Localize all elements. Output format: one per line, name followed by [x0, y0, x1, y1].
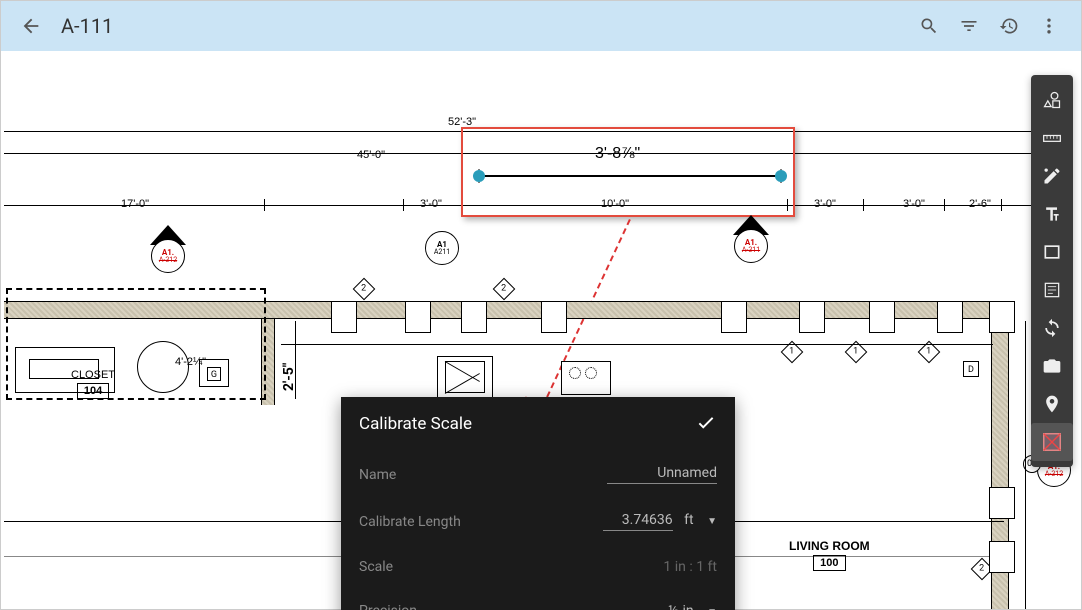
- pencil-icon: [1042, 166, 1062, 186]
- check-icon: [695, 411, 717, 433]
- room-tag-living: LIVING ROOM 100: [789, 539, 870, 571]
- panel-row-precision: Precision ⅛ in ▼: [341, 589, 735, 610]
- ruler-icon: [1042, 128, 1062, 148]
- tool-note[interactable]: [1031, 271, 1073, 309]
- room-tag-closet: CLOSET 104: [71, 369, 115, 399]
- measurement-highlight: [461, 127, 795, 217]
- dim-text: 17'-0": [121, 198, 149, 210]
- dim-text: 3'-0": [420, 198, 442, 210]
- tool-draw[interactable]: [1031, 157, 1073, 195]
- line: [281, 344, 993, 345]
- window-frame: [461, 301, 487, 333]
- window-frame: [799, 301, 825, 333]
- dim-text: 2'-6": [969, 198, 991, 210]
- tool-text[interactable]: [1031, 195, 1073, 233]
- scale-value: 1 in : 1 ft: [663, 559, 717, 575]
- window-frame: [989, 487, 1015, 519]
- markup-toolbar: [1031, 75, 1073, 467]
- arrow-left-icon: [20, 15, 42, 37]
- top-bar: A-111: [1, 1, 1081, 51]
- panel-label: Calibrate Length: [359, 514, 603, 530]
- tool-shapes[interactable]: [1031, 81, 1073, 119]
- text-icon: [1042, 204, 1062, 224]
- measure-handle-right[interactable]: [775, 170, 787, 182]
- window-frame: [937, 301, 963, 333]
- diamond-marker: 2: [353, 278, 376, 301]
- tool-sync[interactable]: [1031, 309, 1073, 347]
- sync-icon: [1042, 318, 1062, 338]
- precision-value: ⅛ in: [668, 603, 693, 610]
- tool-calibrate[interactable]: [1031, 423, 1073, 461]
- fixture: [561, 361, 611, 395]
- filter-icon: [959, 16, 979, 36]
- unit-dropdown[interactable]: ▼: [707, 516, 717, 527]
- grid-icon: [1041, 431, 1063, 453]
- dim-text: 3'-0": [903, 198, 925, 210]
- history-button[interactable]: [989, 6, 1029, 46]
- tool-rectangle[interactable]: [1031, 233, 1073, 271]
- measure-handle-left[interactable]: [473, 170, 485, 182]
- more-button[interactable]: [1029, 6, 1069, 46]
- panel-title: Calibrate Scale: [359, 414, 695, 434]
- closet-tag: G: [207, 367, 221, 381]
- measurement-line[interactable]: [479, 175, 781, 177]
- unit-label: ft: [684, 512, 693, 528]
- camera-icon: [1042, 356, 1062, 376]
- window-frame: [989, 541, 1015, 573]
- tool-camera[interactable]: [1031, 347, 1073, 385]
- page-title: A-111: [61, 14, 113, 38]
- dim-text: 45'-0": [357, 149, 385, 161]
- filter-button[interactable]: [949, 6, 989, 46]
- rectangle-icon: [1042, 242, 1062, 262]
- confirm-button[interactable]: [695, 411, 717, 437]
- note-icon: [1042, 280, 1062, 300]
- search-button[interactable]: [909, 6, 949, 46]
- name-input[interactable]: Unnamed: [607, 465, 717, 484]
- more-vert-icon: [1039, 16, 1059, 36]
- window-frame: [405, 301, 431, 333]
- panel-label: Name: [359, 467, 607, 483]
- search-icon: [919, 16, 939, 36]
- panel-label: Scale: [359, 559, 663, 575]
- shapes-icon: [1042, 90, 1062, 110]
- tool-ruler[interactable]: [1031, 119, 1073, 157]
- panel-label: Precision: [359, 603, 668, 610]
- length-input[interactable]: 3.74636: [603, 512, 673, 531]
- back-button[interactable]: [13, 8, 49, 44]
- window-frame: [869, 301, 895, 333]
- diamond-marker: 2: [493, 278, 516, 301]
- history-icon: [999, 16, 1019, 36]
- panel-row-name: Name Unnamed: [341, 451, 735, 498]
- dim-text: 4'-2¼": [175, 356, 206, 368]
- dim-text: 3'-0": [814, 198, 836, 210]
- panel-row-scale: Scale 1 in : 1 ft: [341, 545, 735, 589]
- window-frame: [331, 301, 357, 333]
- measurement-value: 3'-8⅞": [595, 145, 640, 163]
- pin-icon: [1042, 394, 1062, 414]
- window-frame: [721, 301, 747, 333]
- calibrate-scale-panel: Calibrate Scale Name Unnamed Calibrate L…: [341, 397, 735, 610]
- dim-line: [1025, 321, 1026, 609]
- window-frame: [989, 301, 1015, 333]
- tool-pin[interactable]: [1031, 385, 1073, 423]
- window-frame: [541, 301, 567, 333]
- panel-row-length: Calibrate Length 3.74636 ft ▼: [341, 498, 735, 545]
- tag-marker: D: [963, 361, 979, 377]
